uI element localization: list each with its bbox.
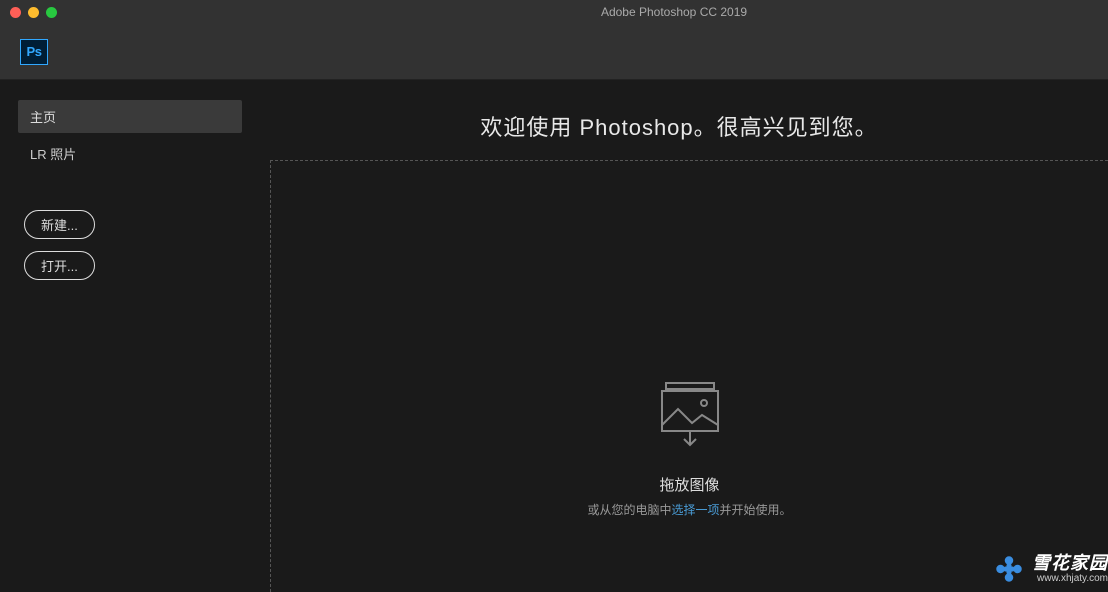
watermark-name: 雪花家园 — [1032, 554, 1108, 574]
body-area: 主页 LR 照片 新建... 打开... 欢迎使用 Photoshop。很高兴见… — [0, 80, 1108, 592]
main-panel: 欢迎使用 Photoshop。很高兴见到您。 拖放图像 或从您的电脑中选择一项并… — [260, 80, 1108, 592]
welcome-heading: 欢迎使用 Photoshop。很高兴见到您。 — [260, 110, 1108, 142]
select-file-link[interactable]: 选择一项 — [671, 503, 719, 517]
sidebar-item-home[interactable]: 主页 — [18, 100, 242, 133]
traffic-lights — [0, 7, 57, 18]
minimize-window-button[interactable] — [28, 7, 39, 18]
snowflake-icon — [992, 552, 1026, 586]
drop-title: 拖放图像 — [659, 474, 719, 495]
titlebar: Adobe Photoshop CC 2019 — [0, 0, 1108, 24]
dropzone[interactable]: 拖放图像 或从您的电脑中选择一项并开始使用。 — [270, 160, 1108, 592]
ps-logo-icon: Ps — [20, 39, 48, 65]
close-window-button[interactable] — [10, 7, 21, 18]
watermark-url: www.xhjaty.com — [1032, 573, 1108, 584]
app-header: Ps — [0, 24, 1108, 80]
new-button[interactable]: 新建... — [24, 210, 95, 239]
image-drop-icon — [652, 375, 728, 456]
drop-sub-prefix: 或从您的电脑中 — [587, 503, 671, 517]
sidebar: 主页 LR 照片 新建... 打开... — [0, 80, 260, 592]
sidebar-item-lr-photos[interactable]: LR 照片 — [18, 137, 242, 170]
drop-subtitle: 或从您的电脑中选择一项并开始使用。 — [587, 501, 791, 518]
maximize-window-button[interactable] — [46, 7, 57, 18]
watermark: 雪花家园 www.xhjaty.com — [992, 552, 1108, 586]
open-button[interactable]: 打开... — [24, 251, 95, 280]
window-title: Adobe Photoshop CC 2019 — [601, 5, 747, 19]
drop-sub-suffix: 并开始使用。 — [720, 503, 792, 517]
